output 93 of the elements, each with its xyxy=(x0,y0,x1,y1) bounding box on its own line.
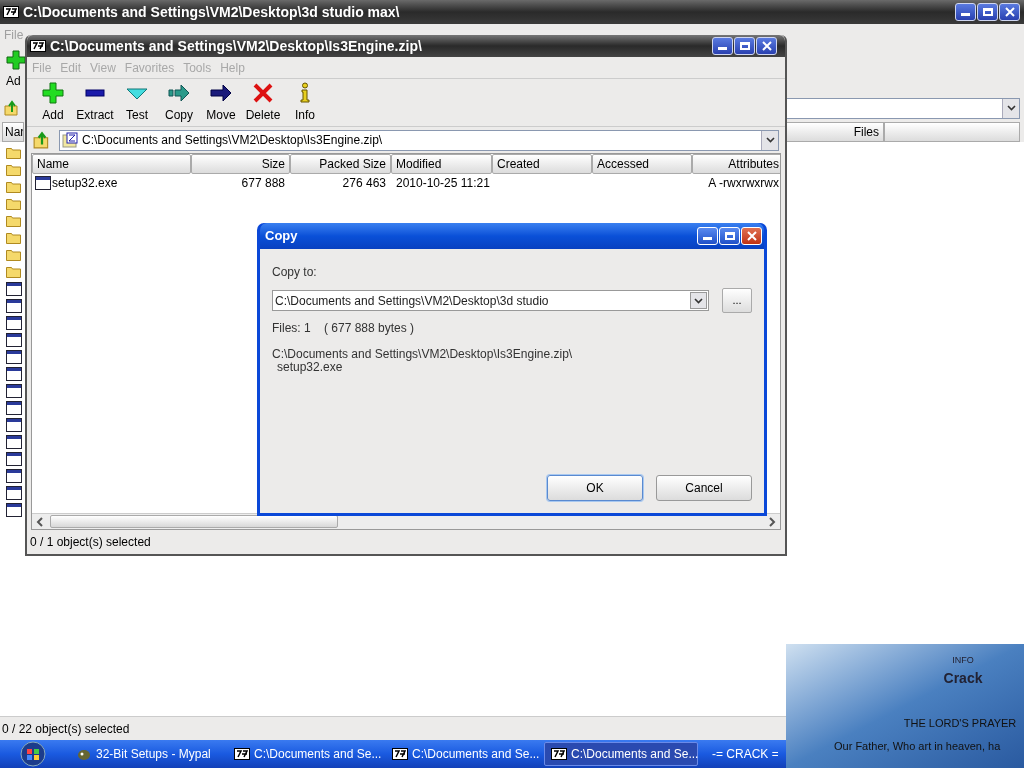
folder-icon xyxy=(6,231,22,244)
toolbar-button[interactable]: Test xyxy=(117,80,157,125)
maximize-button[interactable] xyxy=(734,37,755,55)
minimize-button[interactable] xyxy=(712,37,733,55)
toolbar-label: Ad xyxy=(6,73,22,90)
app-icon xyxy=(392,748,408,760)
destination-combobox[interactable]: C:\Documents and Settings\VM2\Desktop\3d studio xyxy=(272,290,710,311)
file-icon xyxy=(6,383,22,398)
file-icon xyxy=(6,485,22,500)
dropdown-icon[interactable] xyxy=(1006,105,1016,111)
table-cell[interactable]: setup32.exe xyxy=(52,174,118,192)
taskbar-button[interactable]: 32-Bit Setups - Mypal xyxy=(70,742,224,766)
column-header[interactable]: Size xyxy=(191,154,290,174)
column-header[interactable]: Modified xyxy=(391,154,492,174)
maximize-button[interactable] xyxy=(977,3,998,21)
file-icon xyxy=(6,332,22,347)
table-cell-text: A -rwxrwxrwx xyxy=(708,175,779,192)
column-header[interactable]: Created xyxy=(492,154,592,174)
file-icon xyxy=(6,349,22,364)
app-icon xyxy=(234,748,250,760)
toolbar-button[interactable]: Move xyxy=(201,80,241,125)
taskbar-button[interactable]: C:\Documents and Se... xyxy=(544,742,698,766)
note-text: Our Father, Who art in heaven, ha xyxy=(834,739,1001,754)
source-file-text: setup32.exe xyxy=(276,361,343,374)
source-path-text: C:\Documents and Settings\VM2\Desktop\Is3Engine.zip\ xyxy=(272,348,573,361)
window-title: C:\Documents and Settings\VM2\Desktop\3d studio max\ xyxy=(23,2,400,22)
folder-icon xyxy=(6,163,22,176)
note-heading: INFO xyxy=(952,654,974,667)
file-icon xyxy=(6,451,22,466)
folder-icon xyxy=(6,146,22,159)
note-subtitle: THE LORD'S PRAYER xyxy=(903,715,1017,731)
dialog-button[interactable]: Cancel xyxy=(656,475,752,501)
file-icon xyxy=(6,366,22,381)
folder-icon xyxy=(6,265,22,278)
toolbar-button[interactable]: Copy xyxy=(159,80,199,125)
window-title: C:\Documents and Settings\VM2\Desktop\Is3Engine.zip\ xyxy=(50,36,422,56)
app-icon xyxy=(76,747,92,761)
delete-icon xyxy=(252,81,274,104)
archive-icon xyxy=(62,132,78,148)
status-text: 0 / 1 object(s) selected xyxy=(30,534,151,551)
plus-icon xyxy=(6,50,26,70)
app-icon xyxy=(30,40,46,52)
close-button[interactable] xyxy=(756,37,777,55)
app-icon xyxy=(3,6,19,18)
dropdown-icon[interactable] xyxy=(765,137,775,143)
table-cell-text: 2010-10-25 11:21 xyxy=(396,175,490,192)
table-cell-text: 677 888 xyxy=(241,175,285,192)
address-field[interactable]: C:\Documents and Settings\VM2\Desktop\Is3Engine.zip\ xyxy=(59,129,779,151)
status-text: 0 / 22 object(s) selected xyxy=(2,720,130,738)
close-icon xyxy=(746,231,757,241)
app-icon xyxy=(551,748,567,760)
file-icon xyxy=(6,468,22,483)
minimize-button[interactable] xyxy=(955,3,976,21)
address-field[interactable] xyxy=(786,97,1020,119)
file-icon xyxy=(6,400,22,415)
file-icon xyxy=(6,298,22,313)
file-icon xyxy=(6,281,22,296)
file-icon xyxy=(6,434,22,449)
note-title: Crack xyxy=(943,668,983,688)
folder-icon xyxy=(6,248,22,261)
dialog-button[interactable]: OK xyxy=(547,475,643,501)
up-folder-icon xyxy=(4,100,20,116)
close-button[interactable] xyxy=(999,3,1020,21)
folder-icon xyxy=(6,180,22,193)
taskbar-button[interactable]: C:\Documents and Se... xyxy=(228,742,382,766)
browse-button[interactable]: ... xyxy=(722,288,752,313)
folder-icon xyxy=(6,197,22,210)
file-icon xyxy=(35,176,51,190)
file-icon xyxy=(6,417,22,432)
start-button[interactable] xyxy=(20,741,46,767)
column-header[interactable]: Attributes xyxy=(692,154,780,174)
column-header[interactable]: Files xyxy=(786,122,884,142)
field-label: Copy to: xyxy=(272,264,318,281)
column-header[interactable]: Accessed xyxy=(592,154,692,174)
close-icon xyxy=(761,41,772,51)
column-header[interactable]: Name xyxy=(32,154,191,174)
up-folder-icon[interactable] xyxy=(33,131,51,149)
file-count-text: Files: 1 ( 677 888 bytes ) xyxy=(272,320,416,337)
file-icon xyxy=(6,502,22,517)
dropdown-icon[interactable] xyxy=(694,297,704,304)
toolbar-button[interactable]: Info xyxy=(285,80,325,125)
file-icon xyxy=(6,315,22,330)
table-cell-text: 276 463 xyxy=(342,175,386,192)
close-icon xyxy=(1004,7,1015,17)
toolbar-button[interactable]: Delete xyxy=(243,80,283,125)
taskbar-button[interactable]: C:\Documents and Se... xyxy=(386,742,540,766)
plus-icon xyxy=(42,81,64,104)
dialog-title: Copy xyxy=(265,227,298,246)
folder-icon xyxy=(6,214,22,227)
column-header[interactable]: Packed Size xyxy=(290,154,391,174)
toolbar-button[interactable]: Add xyxy=(33,80,73,125)
taskbar-button[interactable]: -= CRACK = xyxy=(702,742,778,766)
toolbar-button[interactable]: Extract xyxy=(75,80,115,125)
